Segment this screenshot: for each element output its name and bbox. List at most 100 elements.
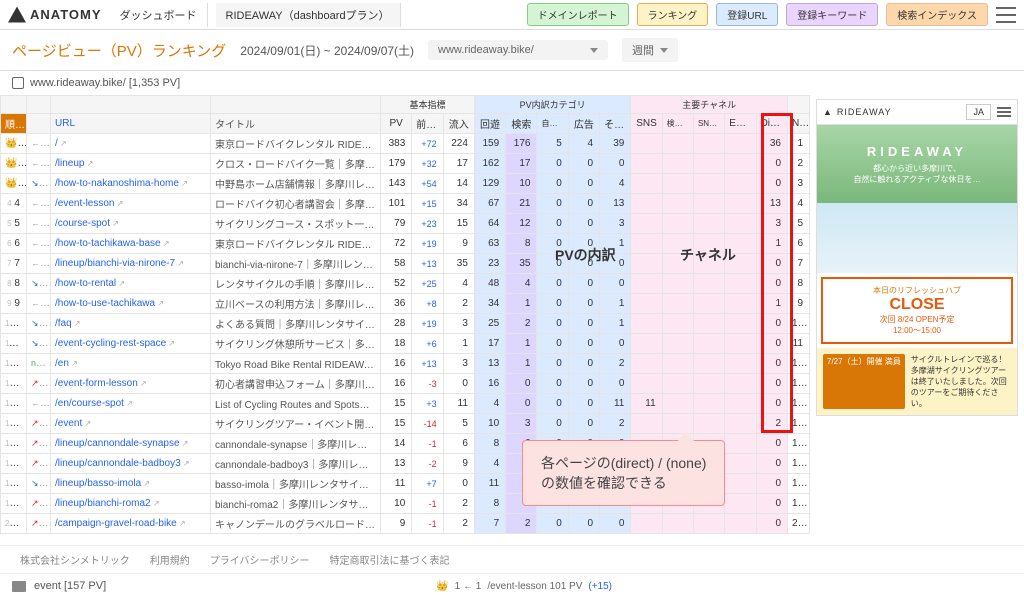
table-row[interactable]: 8 8↘ 10/how-to-rentalレンタサイクルの手順｜多摩川レンタサイ…: [1, 274, 810, 294]
table-row[interactable]: 10 10↘ 20/faqよくある質問｜多摩川レンタサイクル｜RIDEAWAY2…: [1, 314, 810, 334]
row-url[interactable]: /event: [51, 414, 211, 434]
row-url[interactable]: /lineup/bianchi-roma2: [51, 494, 211, 514]
row-title: サイクリング休憩所サービス｜多摩川リフレッシュハブ@…: [211, 334, 381, 354]
th-search-ad[interactable]: 検索 広告: [662, 114, 693, 134]
table-row[interactable]: 6 6← 6/how-to-tachikawa-base東京ロードバイクレンタル…: [1, 234, 810, 254]
preview-info-strip: 7/27（土）開催 満員 サイクルトレインで巡る！多摩湖サイクリングツアーは終了…: [817, 348, 1017, 415]
th-title[interactable]: タイトル: [211, 114, 381, 134]
row-title: Tokyo Road Bike Rental RIDEAWAY｜Tama Riv…: [211, 354, 381, 374]
th-inflow[interactable]: 流入: [443, 114, 474, 134]
row-url[interactable]: /how-to-nakanoshima-home: [51, 174, 211, 194]
th-no[interactable]: No.: [788, 114, 810, 134]
footer-terms[interactable]: 利用規約: [150, 552, 190, 567]
pill-keyword[interactable]: 登録キーワード: [786, 3, 878, 26]
footer: 株式会社シンメトリック 利用規約 プライバシーポリシー 特定商取引法に基づく表記: [0, 545, 1024, 573]
table-row[interactable]: 11 11↘ 15/event-cycling-rest-spaceサイクリング…: [1, 334, 810, 354]
menu-icon[interactable]: [996, 7, 1016, 23]
tab-project[interactable]: RIDEAWAY（dashboardプラン）: [216, 3, 401, 27]
crumb-text: www.rideaway.bike/ [1,353 PV]: [30, 77, 180, 89]
table-row[interactable]: 7 7← 7/lineup/bianchi-via-nirone-7bianch…: [1, 254, 810, 274]
th-group-basic: 基本指標: [381, 96, 475, 114]
table-row[interactable]: 👑 1← 1/東京ロードバイクレンタル RIDEAWAY｜多摩川サイクリン…38…: [1, 134, 810, 154]
row-url[interactable]: /event-lesson: [51, 194, 211, 214]
preview-hero-sub2: 自然に触れるアクティブな休日を…: [853, 174, 980, 185]
th-url[interactable]: URL: [51, 114, 211, 134]
preview-menu-icon[interactable]: [997, 107, 1011, 117]
row-title: cannondale-synapse｜多摩川レンタサイクル｜RIDEAWAY: [211, 434, 381, 454]
table-row[interactable]: 14 14← 14/en/course-spotList of Cycling …: [1, 394, 810, 414]
breadcrumb: www.rideaway.bike/ [1,353 PV]: [0, 71, 1024, 95]
row-url[interactable]: /how-to-tachikawa-base: [51, 234, 211, 254]
table-row[interactable]: 13 13↗ 11/event-form-lesson初心者講習申込フォーム｜多…: [1, 374, 810, 394]
footer-privacy[interactable]: プライバシーポリシー: [210, 552, 310, 567]
preview-hero-sub1: 都心から近い多摩川で、: [873, 163, 961, 174]
logo[interactable]: ANATOMY: [8, 7, 102, 23]
row-url[interactable]: /lineup/cannondale-synapse: [51, 434, 211, 454]
row-url[interactable]: /lineup/bianchi-via-nirone-7: [51, 254, 211, 274]
th-email[interactable]: Email: [725, 114, 756, 134]
row-url[interactable]: /lineup: [51, 154, 211, 174]
preview-logo: ▲RIDEAWAY: [823, 107, 892, 117]
notice-status: CLOSE: [829, 296, 1005, 314]
row-url[interactable]: /event-form-lesson: [51, 374, 211, 394]
table-row[interactable]: 4 4← 4/event-lessonロードバイク初心者講習会｜多摩川レンタサイ…: [1, 194, 810, 214]
table-row[interactable]: 👑 2← 2/lineupクロス・ロードバイク一覧｜多摩川レンタサイクル｜RID…: [1, 154, 810, 174]
th-group-channel: 主要チャネル: [631, 96, 788, 114]
th-organic[interactable]: 自然系 (検索外): [537, 114, 568, 134]
table-row[interactable]: 9 9← 9/how-to-use-tachikawa立川ベースの利用方法｜多摩…: [1, 294, 810, 314]
pill-domain-report[interactable]: ドメインレポート: [527, 3, 629, 26]
sub-section-event[interactable]: event [157 PV] 👑 1 ← 1 /event-lesson 101…: [0, 573, 1024, 598]
page-preview: ▲RIDEAWAY JA RIDEAWAY 都心から近い多摩川で、 自然に触れる…: [816, 99, 1018, 416]
th-prev[interactable]: 前週比: [412, 114, 443, 134]
lang-select[interactable]: JA: [966, 104, 991, 120]
table-row[interactable]: 12 12new/enTokyo Road Bike Rental RIDEAW…: [1, 354, 810, 374]
row-url[interactable]: /course-spot: [51, 214, 211, 234]
th-kaiyu[interactable]: 回遊: [474, 114, 505, 134]
th-other[interactable]: その他: [600, 114, 631, 134]
date-range: 2024/09/01(日) ~ 2024/09/07(土): [240, 42, 414, 59]
notice-title: 本日のリフレッシュハブ: [829, 285, 1005, 296]
pill-index[interactable]: 検索インデックス: [886, 3, 988, 26]
home-icon: [12, 77, 24, 89]
row-title: bianchi-roma2｜多摩川レンタサイクル｜RIDEAWAY: [211, 494, 381, 514]
row-url[interactable]: /: [51, 134, 211, 154]
th-ad[interactable]: 広告: [568, 114, 599, 134]
pill-ranking[interactable]: ランキング: [637, 3, 709, 26]
pill-url[interactable]: 登録URL: [716, 3, 778, 26]
table-row[interactable]: 5 5← 5/course-spotサイクリングコース・スポット一覧｜多摩川レン…: [1, 214, 810, 234]
row-url[interactable]: /event-cycling-rest-space: [51, 334, 211, 354]
row-url[interactable]: /how-to-use-tachikawa: [51, 294, 211, 314]
row-title: サイクリングツアー・イベント開催情報｜多摩川レンタサイ…: [211, 414, 381, 434]
footer-law[interactable]: 特定商取引法に基づく表記: [330, 552, 450, 567]
table-row[interactable]: 👑 3↘ 3/how-to-nakanoshima-home中野島ホーム店舗情報…: [1, 174, 810, 194]
row-title: cannondale-badboy3｜多摩川レンタサイクル｜RIDEAWAY: [211, 454, 381, 474]
row-url[interactable]: /en: [51, 354, 211, 374]
th-sns-ad[interactable]: SNS 広告: [693, 114, 724, 134]
table-row[interactable]: 20 20↗ 18/campaign-gravel-road-bikeキャノンデ…: [1, 514, 810, 534]
domain-select[interactable]: www.rideaway.bike/: [428, 40, 608, 60]
th-pv[interactable]: PV: [381, 114, 412, 134]
th-direct[interactable]: Direct: [756, 114, 787, 134]
row-title: 立川ベースの利用方法｜多摩川レンタサイクル｜RIDEAWAY: [211, 294, 381, 314]
row-url[interactable]: /faq: [51, 314, 211, 334]
th-group-pvcat: PV内訳カテゴリ: [474, 96, 630, 114]
preview-sky-image: [817, 203, 1017, 273]
annotation-callout: 各ページの(direct) / (none) の数値を確認できる: [522, 440, 725, 506]
row-url[interactable]: /lineup/basso-imola: [51, 474, 211, 494]
domain-select-value: www.rideaway.bike/: [438, 44, 534, 56]
row-url[interactable]: /lineup/cannondale-badboy3: [51, 454, 211, 474]
th-sns[interactable]: SNS: [631, 114, 662, 134]
tab-dashboard[interactable]: ダッシュボード: [110, 3, 208, 27]
row-url[interactable]: /how-to-rental: [51, 274, 211, 294]
row-url[interactable]: /en/course-spot: [51, 394, 211, 414]
th-search[interactable]: 検索: [506, 114, 537, 134]
notice-date: 次回 8/24 OPEN予定 12:00～15:00: [829, 314, 1005, 336]
preview-hero-title: RIDEAWAY: [867, 144, 967, 159]
preview-notice: 本日のリフレッシュハブ CLOSE 次回 8/24 OPEN予定 12:00～1…: [821, 277, 1013, 344]
info-text: サイクルトレインで巡る！多摩湖サイクリングツアーは終了いたしました。次回のツアー…: [911, 354, 1011, 409]
period-select[interactable]: 週間: [622, 38, 678, 62]
row-url[interactable]: /campaign-gravel-road-bike: [51, 514, 211, 534]
th-rank[interactable]: 順位: [1, 114, 27, 134]
sub-event-url: /event-lesson 101 PV: [487, 581, 582, 592]
sub-event-label: event [157 PV]: [34, 580, 106, 592]
